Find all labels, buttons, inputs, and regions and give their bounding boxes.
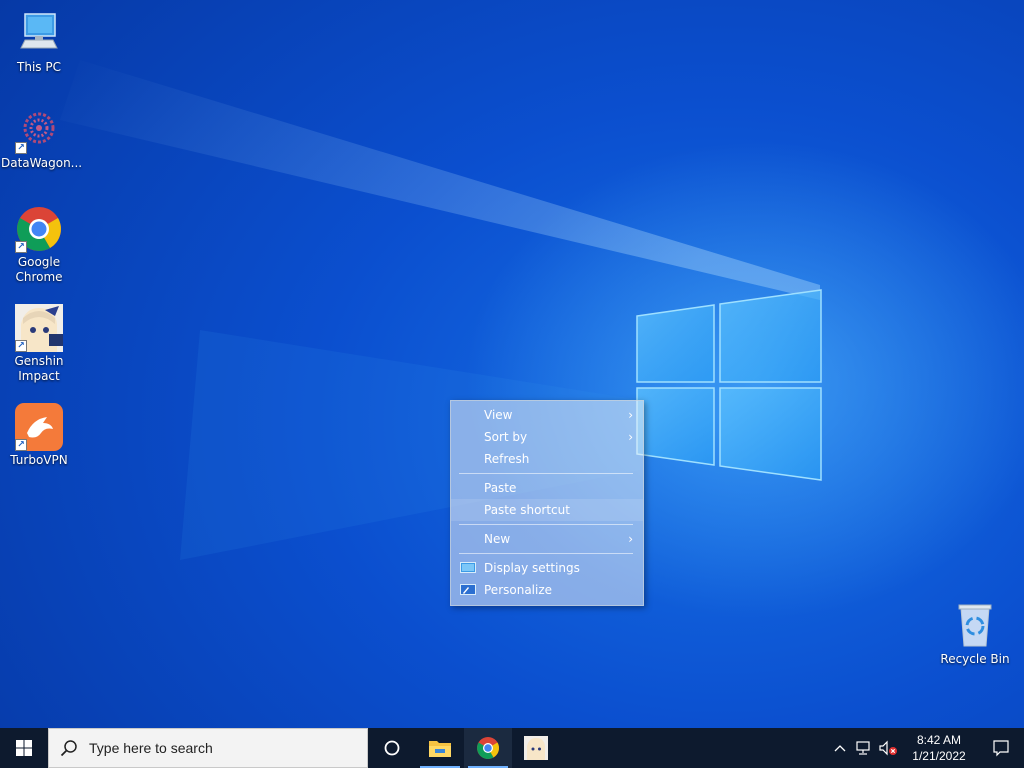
taskbar-genshin-impact[interactable] <box>512 728 560 768</box>
personalize-icon <box>460 584 476 595</box>
taskbar-search-box[interactable]: Type here to search <box>48 728 368 768</box>
menu-item-label: Paste shortcut <box>484 503 570 517</box>
network-icon <box>856 741 870 755</box>
notification-icon <box>993 740 1009 757</box>
desktop-icon-label: Recycle Bin <box>940 652 1010 666</box>
volume-muted-icon <box>879 740 897 756</box>
shortcut-arrow-icon: ↗ <box>15 439 27 451</box>
taskbar-clock[interactable]: 8:42 AM 1/21/2022 <box>900 732 978 764</box>
menu-item-paste[interactable]: Paste <box>451 477 643 499</box>
cortana-circle-icon <box>384 740 400 756</box>
display-settings-icon <box>460 562 476 573</box>
menu-item-paste-shortcut[interactable]: Paste shortcut <box>451 499 643 521</box>
start-button[interactable] <box>0 728 48 768</box>
windows-logo-icon <box>16 740 32 756</box>
clock-date: 1/21/2022 <box>912 749 966 763</box>
desktop-icon-label: TurboVPN <box>10 453 68 467</box>
network-button[interactable] <box>852 728 876 768</box>
submenu-arrow-icon: › <box>628 408 633 422</box>
menu-item-label: Refresh <box>484 452 530 466</box>
menu-item-view[interactable]: View › <box>451 404 643 426</box>
submenu-arrow-icon: › <box>628 532 633 546</box>
genshin-icon <box>524 736 548 760</box>
desktop-icon-google-chrome[interactable]: ↗ Google Chrome <box>1 205 77 285</box>
menu-item-new[interactable]: New › <box>451 528 643 550</box>
desktop-icon-genshin-impact[interactable]: ↗ Genshin Impact <box>1 304 77 384</box>
menu-item-display-settings[interactable]: Display settings <box>451 557 643 579</box>
menu-item-sort-by[interactable]: Sort by › <box>451 426 643 448</box>
show-hidden-icons-button[interactable] <box>828 728 852 768</box>
submenu-arrow-icon: › <box>628 430 633 444</box>
menu-item-label: Personalize <box>484 583 553 597</box>
menu-item-label: New <box>484 532 511 546</box>
search-icon <box>49 739 89 757</box>
desktop-icon-label: DataWagon... <box>1 156 83 170</box>
file-explorer-icon <box>429 741 451 757</box>
taskbar-file-explorer[interactable] <box>416 728 464 768</box>
recycle-bin-icon <box>951 602 999 650</box>
desktop-icon-this-pc[interactable]: This PC <box>1 10 77 75</box>
desktop-icon-turbovpn[interactable]: ↗ TurboVPN <box>1 403 77 468</box>
computer-icon <box>15 10 63 58</box>
menu-item-label: Paste <box>484 481 517 495</box>
clock-time: 8:42 AM <box>916 733 962 747</box>
desktop-icon-label: Google Chrome <box>15 255 63 284</box>
menu-item-personalize[interactable]: Personalize <box>451 579 643 601</box>
cortana-button[interactable] <box>368 728 416 768</box>
taskbar: Type here to search 8:42 AM 1/21/2022 <box>0 728 1024 768</box>
menu-separator <box>459 524 633 525</box>
shortcut-arrow-icon: ↗ <box>15 241 27 253</box>
chrome-icon <box>477 737 499 759</box>
search-placeholder: Type here to search <box>89 740 213 756</box>
shortcut-arrow-icon: ↗ <box>15 340 27 352</box>
menu-item-label: Sort by <box>484 430 528 444</box>
menu-item-label: Display settings <box>484 561 580 575</box>
wallpaper-light-beams <box>60 60 822 560</box>
volume-button[interactable] <box>876 728 900 768</box>
chrome-icon: ↗ <box>15 205 63 253</box>
desktop-icon-label: Genshin Impact <box>14 354 64 383</box>
desktop-icon-datawagon[interactable]: ↗ DataWagon... <box>1 106 83 171</box>
datawagon-icon: ↗ <box>15 106 63 154</box>
system-tray: 8:42 AM 1/21/2022 <box>828 728 1024 768</box>
taskbar-google-chrome[interactable] <box>464 728 512 768</box>
chevron-up-icon <box>834 745 846 752</box>
desktop[interactable]: This PC ↗ DataWagon... ↗ Google Chrome ↗… <box>0 0 1024 728</box>
menu-item-label: View <box>484 408 513 422</box>
genshin-icon: ↗ <box>15 304 63 352</box>
menu-separator <box>459 553 633 554</box>
desktop-icon-recycle-bin[interactable]: Recycle Bin <box>937 602 1013 667</box>
turbovpn-icon: ↗ <box>15 403 63 451</box>
desktop-context-menu: View › Sort by › Refresh Paste Paste sho… <box>450 400 644 606</box>
desktop-icon-label: This PC <box>17 60 61 74</box>
menu-separator <box>459 473 633 474</box>
menu-item-refresh[interactable]: Refresh <box>451 448 643 470</box>
shortcut-arrow-icon: ↗ <box>15 142 27 154</box>
action-center-button[interactable] <box>978 728 1024 768</box>
